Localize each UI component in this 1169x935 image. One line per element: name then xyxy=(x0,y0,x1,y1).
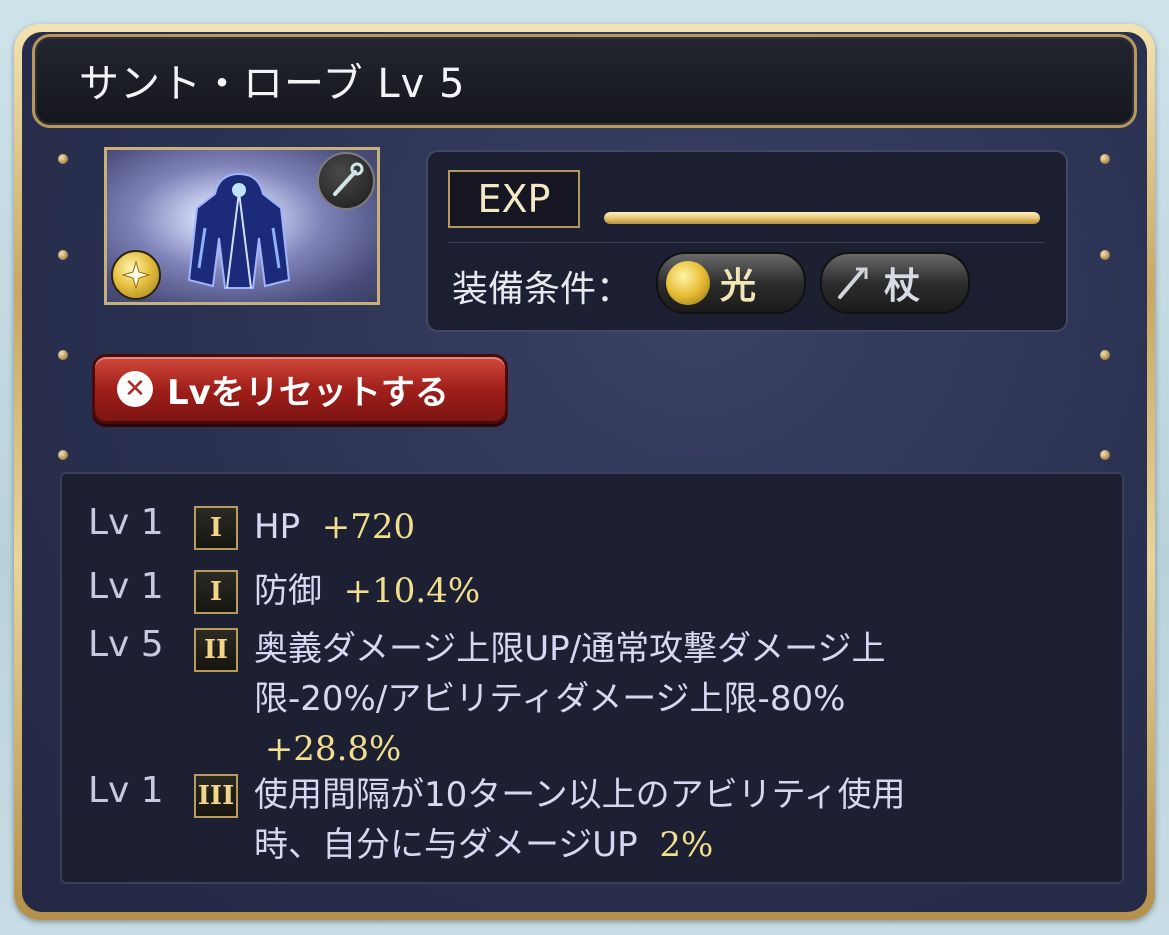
skill-name-line: 奥義ダメージ上限UP/通常攻撃ダメージ上 xyxy=(254,629,886,669)
skill-name-line: 時、自分に与ダメージUP xyxy=(254,825,638,865)
rivet-decoration xyxy=(58,154,68,164)
skill-name-line: 使用間隔が10ターン以上のアビリティ使用 xyxy=(254,775,906,815)
rivet-decoration xyxy=(1100,350,1110,360)
skill-description: 奥義ダメージ上限UP/通常攻撃ダメージ上 限-20%/アビリティダメージ上限-8… xyxy=(254,624,1034,774)
title-bar: サント・ローブ Lv 5 xyxy=(32,34,1137,128)
skill-description: 防御 +10.4% xyxy=(254,566,1034,616)
skill-value: +28.8% xyxy=(264,729,402,769)
skill-tier-icon: I xyxy=(194,506,238,550)
reset-level-button[interactable]: ✕ Lvをリセットする xyxy=(92,354,508,424)
exp-bar-fill xyxy=(604,212,1040,224)
skill-level: Lv 1 xyxy=(88,770,164,811)
rivet-decoration xyxy=(1100,250,1110,260)
condition-weapon-badge: 杖 xyxy=(820,252,970,314)
skill-level: Lv 1 xyxy=(88,502,164,543)
close-icon: ✕ xyxy=(117,371,153,407)
skill-value: 2% xyxy=(659,825,714,865)
skill-tier-icon: III xyxy=(194,774,238,818)
rivet-decoration xyxy=(58,450,68,460)
exp-bar xyxy=(604,212,1040,224)
condition-element-badge: 光 xyxy=(656,252,806,314)
skill-description: HP +720 xyxy=(254,502,1034,552)
skill-tier-icon: II xyxy=(194,628,238,672)
condition-element-label: 光 xyxy=(720,266,757,307)
item-detail-window: サント・ローブ Lv 5 EXP 装備条件： 光 杖 ✕ Lvをリセットする L… xyxy=(14,24,1155,920)
item-title: サント・ローブ Lv 5 xyxy=(79,61,466,107)
robe-illustration xyxy=(187,172,291,289)
staff-icon xyxy=(317,152,375,210)
skill-name-line: 限-20%/アビリティダメージ上限-80% xyxy=(254,679,846,719)
skill-tier-icon: I xyxy=(194,570,238,614)
skill-value: +720 xyxy=(321,507,416,547)
condition-weapon-label: 杖 xyxy=(884,266,921,307)
skill-description: 使用間隔が10ターン以上のアビリティ使用 時、自分に与ダメージUP 2% xyxy=(254,770,1034,870)
light-element-icon xyxy=(666,261,710,305)
exp-label: EXP xyxy=(448,170,580,228)
rivet-decoration xyxy=(1100,450,1110,460)
rivet-decoration xyxy=(1100,154,1110,164)
light-element-icon xyxy=(111,250,161,300)
skill-level: Lv 1 xyxy=(88,566,164,607)
equip-condition-label: 装備条件： xyxy=(452,269,633,310)
item-image xyxy=(104,147,380,305)
divider xyxy=(448,242,1044,243)
rivet-decoration xyxy=(58,250,68,260)
window-body: サント・ローブ Lv 5 EXP 装備条件： 光 杖 ✕ Lvをリセットする L… xyxy=(22,32,1147,912)
exp-panel: EXP 装備条件： 光 杖 xyxy=(426,150,1068,332)
reset-level-label: Lvをリセットする xyxy=(167,372,449,413)
skill-level: Lv 5 xyxy=(88,624,164,665)
skill-name: 防御 xyxy=(254,571,322,611)
skills-panel: Lv 1 I HP +720 Lv 1 I 防御 +10.4% Lv 5 II … xyxy=(60,472,1124,884)
skill-value: +10.4% xyxy=(343,571,481,611)
skill-name: HP xyxy=(254,507,301,547)
rivet-decoration xyxy=(58,350,68,360)
staff-icon xyxy=(830,261,874,305)
